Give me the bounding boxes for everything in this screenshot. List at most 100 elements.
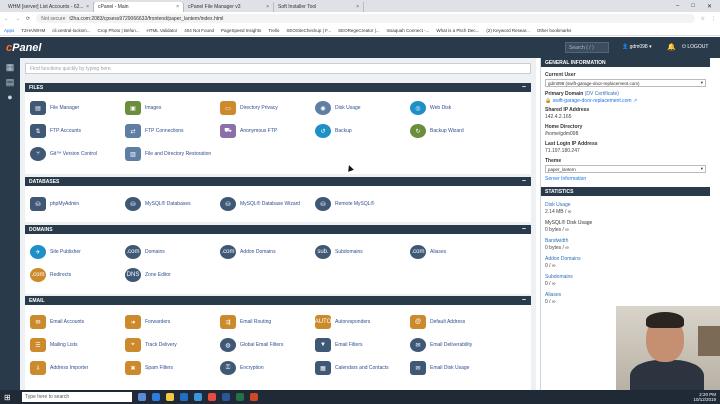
stat-label[interactable]: Addon Domains bbox=[541, 253, 710, 262]
taskbar-search[interactable]: Type here to search bbox=[22, 392, 132, 402]
default-address-item[interactable]: @ Default Address bbox=[410, 315, 465, 329]
backup-wizard-item[interactable]: ↻ Backup Wizard bbox=[410, 124, 464, 138]
phpmyadmin-item[interactable]: ⛁ phpMyAdmin bbox=[30, 197, 79, 211]
subdomains-item[interactable]: sub. Subdomains bbox=[315, 245, 363, 259]
backup-item[interactable]: ↺ Backup bbox=[315, 124, 352, 138]
url-field[interactable]: Not secure t2ha.com:2083/cpsess972906663… bbox=[36, 14, 695, 23]
directory-privacy-item[interactable]: ▭ Directory Privacy bbox=[220, 101, 278, 115]
close-icon[interactable]: × bbox=[266, 4, 269, 10]
primary-domain-link[interactable]: 🔒 swift-garage-door-replacement.com ↗ bbox=[541, 97, 710, 105]
collapse-icon[interactable]: − bbox=[522, 178, 526, 185]
users-icon[interactable]: ● bbox=[0, 92, 20, 102]
bell-icon[interactable]: 🔔 bbox=[667, 43, 676, 51]
excel-icon[interactable] bbox=[236, 393, 244, 401]
collapse-icon[interactable]: − bbox=[522, 297, 526, 304]
email-section-header[interactable]: EMAIL − bbox=[25, 296, 531, 305]
mysql-wizard-item[interactable]: ⛁ MySQL® Database Wizard bbox=[220, 197, 300, 211]
back-icon[interactable]: ← bbox=[4, 16, 9, 22]
ftp-connections-item[interactable]: ⇄ FTP Connections bbox=[125, 124, 184, 138]
email-deliverability-item[interactable]: ✉ Email Deliverability bbox=[410, 338, 472, 352]
close-icon[interactable]: × bbox=[86, 4, 89, 10]
email-disk-usage-item[interactable]: ✉ Email Disk Usage bbox=[410, 361, 469, 375]
domains-item[interactable]: .com Domains bbox=[125, 245, 165, 259]
email-accounts-item[interactable]: ✉ Email Accounts bbox=[30, 315, 84, 329]
certificate-link[interactable]: (DV Certificate) bbox=[585, 91, 619, 97]
file-restoration-item[interactable]: ▥ File and Directory Restoration bbox=[125, 147, 211, 161]
mysql-databases-item[interactable]: ⛁ MySQL® Databases bbox=[125, 197, 191, 211]
spam-filters-item[interactable]: ✖ Spam Filters bbox=[125, 361, 173, 375]
addon-domains-item[interactable]: .com Addon Domains bbox=[220, 245, 276, 259]
bookmark-item[interactable]: Other bookmarks bbox=[537, 28, 572, 33]
menu-icon[interactable]: ⋮ bbox=[711, 16, 716, 22]
bookmark-item[interactable]: (2) Keyword Resear... bbox=[486, 28, 530, 33]
mail-app-icon[interactable] bbox=[194, 393, 202, 401]
email-filters-item[interactable]: ▼ Email Filters bbox=[315, 338, 363, 352]
bookmark-item[interactable]: 404 Not Found bbox=[184, 28, 214, 33]
bookmark-item[interactable]: T2HA/WHM bbox=[21, 28, 45, 33]
browser-tab-active[interactable]: cPanel - Main × bbox=[94, 2, 184, 12]
minimize-icon[interactable]: – bbox=[676, 3, 679, 10]
bookmark-item[interactable]: Apps bbox=[4, 28, 14, 33]
autoresponders-item[interactable]: AUTO Autoresponders bbox=[315, 315, 370, 329]
forwarders-item[interactable]: ➜ Forwarders bbox=[125, 315, 170, 329]
forward-icon[interactable]: → bbox=[15, 16, 20, 22]
file-explorer-icon[interactable] bbox=[166, 393, 174, 401]
close-icon[interactable]: × bbox=[356, 4, 359, 10]
powerpoint-icon[interactable] bbox=[250, 393, 258, 401]
browser-tab[interactable]: cPanel File Manager v3 × bbox=[184, 2, 274, 12]
reload-icon[interactable]: ⟳ bbox=[26, 16, 30, 22]
encryption-item[interactable]: ⚿ Encryption bbox=[220, 361, 264, 375]
windows-start-icon[interactable]: ⊞ bbox=[4, 393, 16, 402]
bookmark-item[interactable]: cli.central-locksm... bbox=[52, 28, 90, 33]
server-info-link[interactable]: Server Information bbox=[541, 175, 710, 183]
email-routing-item[interactable]: ⇶ Email Routing bbox=[220, 315, 271, 329]
star-icon[interactable]: ☆ bbox=[701, 16, 705, 22]
maximize-icon[interactable]: □ bbox=[691, 3, 695, 10]
browser-tab[interactable]: Soft Installer Tool × bbox=[274, 2, 364, 12]
word-icon[interactable] bbox=[222, 393, 230, 401]
stat-label[interactable]: Disk Usage bbox=[541, 199, 710, 208]
user-menu[interactable]: 👤 gdm098 ▾ bbox=[622, 44, 652, 50]
bookmark-item[interactable]: SEORegeCreator |... bbox=[338, 28, 379, 33]
close-icon[interactable]: × bbox=[176, 4, 179, 10]
mailing-lists-item[interactable]: ☰ Mailing Lists bbox=[30, 338, 78, 352]
stat-label[interactable]: Aliases bbox=[541, 289, 710, 298]
store-icon[interactable] bbox=[180, 393, 188, 401]
bookmark-item[interactable]: PageSpeed Insights bbox=[221, 28, 261, 33]
chrome-icon[interactable] bbox=[208, 393, 216, 401]
ftp-accounts-item[interactable]: ⇅ FTP Accounts bbox=[30, 124, 81, 138]
top-search-input[interactable]: Search ( / ) bbox=[565, 42, 609, 53]
zone-editor-item[interactable]: DNS Zone Editor bbox=[125, 268, 171, 282]
stat-label[interactable]: Bandwidth bbox=[541, 235, 710, 244]
close-window-icon[interactable]: ✕ bbox=[707, 3, 712, 10]
calendars-contacts-item[interactable]: ▦ Calendars and Contacts bbox=[315, 361, 389, 375]
stats-icon[interactable]: ▤ bbox=[0, 77, 20, 88]
remote-mysql-item[interactable]: ⛁ Remote MySQL® bbox=[315, 197, 374, 211]
databases-section-header[interactable]: DATABASES − bbox=[25, 177, 531, 186]
collapse-icon[interactable]: − bbox=[522, 84, 526, 91]
aliases-item[interactable]: .com Aliases bbox=[410, 245, 446, 259]
domains-section-header[interactable]: DOMAINS − bbox=[25, 225, 531, 234]
taskbar-clock[interactable]: 2:20 PM 10/12/2019 bbox=[693, 392, 716, 403]
address-importer-item[interactable]: ⇩ Address Importer bbox=[30, 361, 88, 375]
git-version-control-item[interactable]: ⑂ Git™ Version Control bbox=[30, 147, 97, 161]
anonymous-ftp-item[interactable]: ⛟ Anonymous FTP bbox=[220, 124, 277, 138]
current-user-select[interactable]: gdm098 (swift-garage-door-replacement.co… bbox=[545, 79, 706, 87]
function-search-input[interactable]: Find functions quickly by typing here. bbox=[25, 63, 531, 74]
web-disk-item[interactable]: ◎ Web Disk bbox=[410, 101, 451, 115]
logout-button[interactable]: ⏻ LOGOUT bbox=[682, 44, 708, 50]
grid-icon[interactable]: ▦ bbox=[0, 62, 20, 73]
files-section-header[interactable]: FILES − bbox=[25, 83, 531, 92]
bookmark-item[interactable]: Crop Photo | Befun... bbox=[98, 28, 140, 33]
bookmark-item[interactable]: SEOSiteCheckup | F... bbox=[286, 28, 331, 33]
cpanel-logo[interactable]: cPanel bbox=[0, 42, 90, 54]
edge-icon[interactable] bbox=[152, 393, 160, 401]
stat-label[interactable]: Subdomains bbox=[541, 271, 710, 280]
global-email-filters-item[interactable]: ◍ Global Email Filters bbox=[220, 338, 283, 352]
file-manager-item[interactable]: ▤ File Manager bbox=[30, 101, 79, 115]
collapse-icon[interactable]: − bbox=[522, 226, 526, 233]
bookmark-item[interactable]: What is a Pitch Dec... bbox=[436, 28, 479, 33]
disk-usage-item[interactable]: ◉ Disk Usage bbox=[315, 101, 361, 115]
site-publisher-item[interactable]: ✈ Site Publisher bbox=[30, 245, 81, 259]
redirects-item[interactable]: .com Redirects bbox=[30, 268, 71, 282]
